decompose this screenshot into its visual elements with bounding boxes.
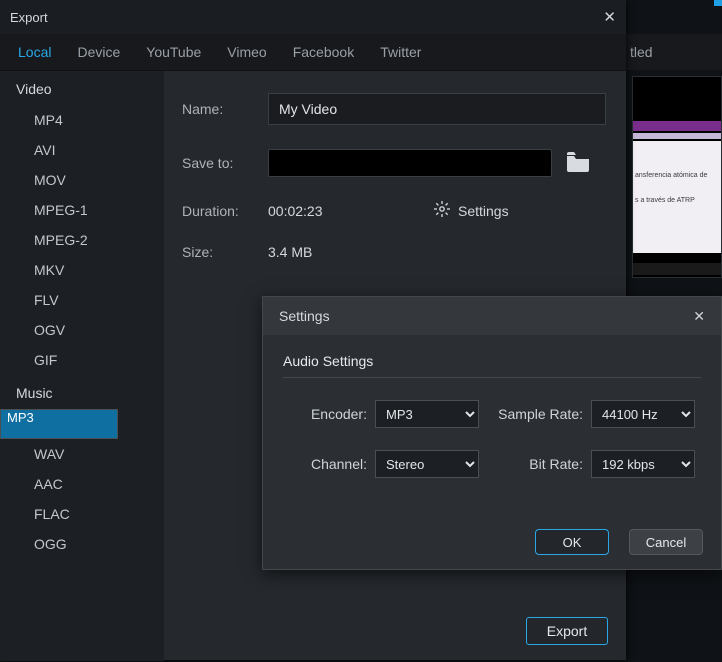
audio-settings-header: Audio Settings <box>283 353 701 369</box>
music-header: Music <box>0 375 164 409</box>
settings-dialog: Settings ✕ Audio Settings Encoder: MP3 S… <box>262 296 722 570</box>
cancel-button[interactable]: Cancel <box>629 529 703 555</box>
name-input[interactable] <box>268 93 606 125</box>
video-preview: ansferencia atómica de s a través de ATR… <box>632 76 722 278</box>
tab-local[interactable]: Local <box>18 44 51 60</box>
sidebar-item-mp4[interactable]: MP4 <box>0 105 164 135</box>
settings-title: Settings <box>279 308 330 324</box>
duration-value: 00:02:23 <box>268 203 388 219</box>
duration-label: Duration: <box>182 203 268 219</box>
saveto-input[interactable] <box>268 149 552 177</box>
sidebar-item-gif[interactable]: GIF <box>0 345 164 375</box>
sidebar-item-mov[interactable]: MOV <box>0 165 164 195</box>
encoder-label: Encoder: <box>283 406 375 422</box>
background-window-title: tled <box>630 44 653 60</box>
sidebar-item-mp3[interactable]: MP3 <box>0 409 118 439</box>
channel-select[interactable]: Stereo <box>375 450 479 478</box>
sidebar-item-aac[interactable]: AAC <box>0 469 164 499</box>
accent-strip <box>714 0 722 6</box>
sidebar-item-ogg[interactable]: OGG <box>0 529 164 559</box>
channel-label: Channel: <box>283 456 375 472</box>
tab-vimeo[interactable]: Vimeo <box>227 44 266 60</box>
name-label: Name: <box>182 101 268 117</box>
ok-button[interactable]: OK <box>535 529 609 555</box>
encoder-select[interactable]: MP3 <box>375 400 479 428</box>
export-button[interactable]: Export <box>526 617 608 645</box>
export-tabs: Local Device YouTube Vimeo Facebook Twit… <box>0 34 626 71</box>
saveto-label: Save to: <box>182 155 268 171</box>
sidebar-item-mpeg1[interactable]: MPEG-1 <box>0 195 164 225</box>
tab-device[interactable]: Device <box>77 44 120 60</box>
tab-youtube[interactable]: YouTube <box>146 44 201 60</box>
settings-close-icon[interactable]: ✕ <box>693 308 705 325</box>
video-header: Video <box>0 71 164 105</box>
size-value: 3.4 MB <box>268 244 312 260</box>
sidebar-item-wav[interactable]: WAV <box>0 439 164 469</box>
export-title: Export <box>10 10 48 25</box>
settings-button[interactable]: Settings <box>434 201 509 220</box>
size-label: Size: <box>182 244 268 260</box>
export-titlebar: Export ✕ <box>0 0 626 34</box>
bitrate-select[interactable]: 192 kbps <box>591 450 695 478</box>
sidebar-item-flv[interactable]: FLV <box>0 285 164 315</box>
format-sidebar: Video MP4 AVI MOV MPEG-1 MPEG-2 MKV FLV … <box>0 71 164 661</box>
sidebar-item-flac[interactable]: FLAC <box>0 499 164 529</box>
samplerate-label: Sample Rate: <box>491 406 591 422</box>
tab-twitter[interactable]: Twitter <box>380 44 421 60</box>
sidebar-item-mpeg2[interactable]: MPEG-2 <box>0 225 164 255</box>
settings-label: Settings <box>458 203 509 219</box>
tab-facebook[interactable]: Facebook <box>293 44 354 60</box>
bitrate-label: Bit Rate: <box>491 456 591 472</box>
sidebar-item-avi[interactable]: AVI <box>0 135 164 165</box>
close-icon[interactable]: ✕ <box>603 8 616 26</box>
sidebar-item-ogv[interactable]: OGV <box>0 315 164 345</box>
folder-icon[interactable] <box>566 152 590 175</box>
samplerate-select[interactable]: 44100 Hz <box>591 400 695 428</box>
sidebar-item-mkv[interactable]: MKV <box>0 255 164 285</box>
gear-icon <box>434 201 450 220</box>
